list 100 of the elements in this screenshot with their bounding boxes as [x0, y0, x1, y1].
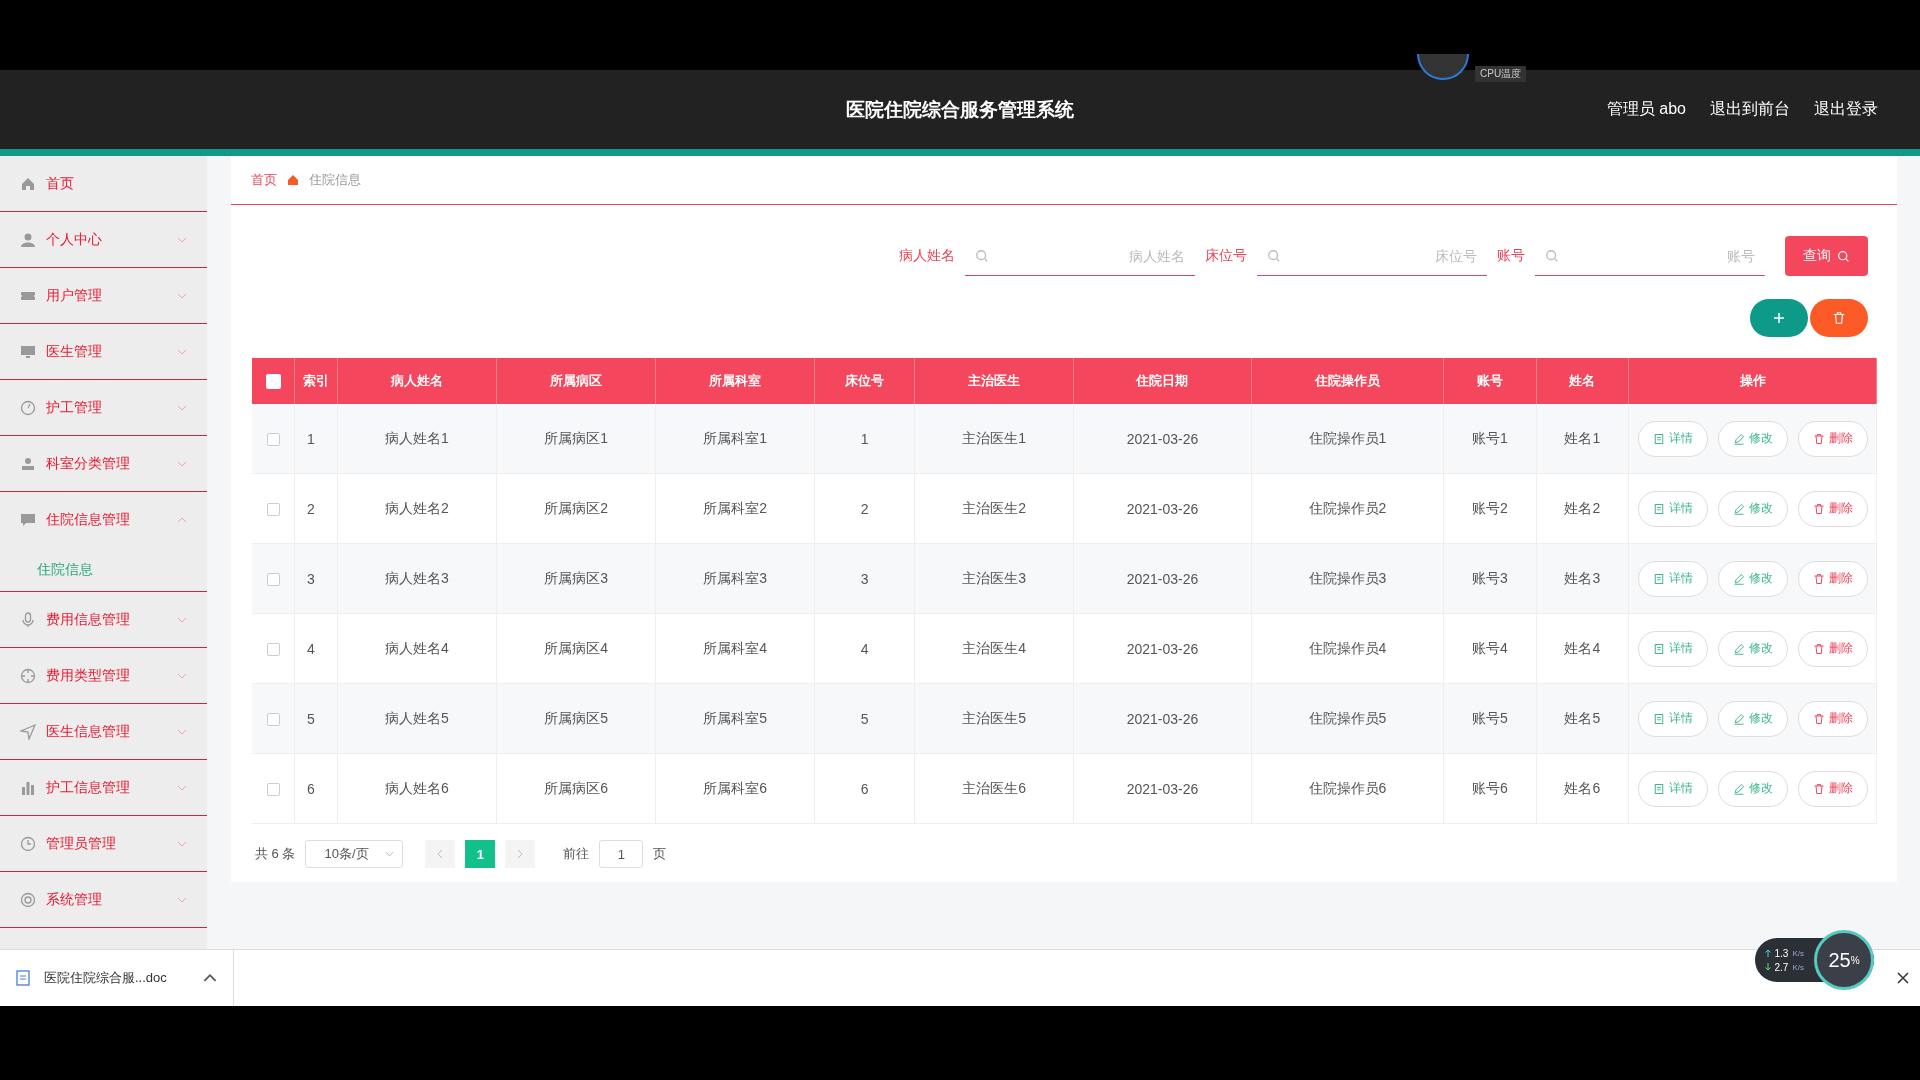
delete-button[interactable] — [1810, 299, 1868, 337]
action-button[interactable]: 详情 — [1637, 490, 1708, 527]
next-page-button[interactable] — [505, 840, 536, 868]
checkbox[interactable] — [266, 503, 280, 517]
arrow-down-icon — [1764, 963, 1771, 971]
document-icon — [1652, 712, 1665, 725]
sidebar-item[interactable]: 科室分类管理 — [0, 436, 207, 492]
header-link[interactable]: 退出到前台 — [1710, 99, 1790, 120]
table-cell: 所属科室4 — [655, 613, 815, 684]
table-cell: 2021-03-26 — [1073, 404, 1252, 474]
table-cell: 2021-03-26 — [1073, 543, 1252, 614]
action-button[interactable]: 删除 — [1797, 560, 1868, 597]
usage-gauge: 25% — [1814, 930, 1874, 990]
sidebar-subitem[interactable]: 住院信息 — [0, 548, 207, 592]
chevron-down-icon — [177, 404, 187, 411]
table-cell: 姓名2 — [1536, 473, 1629, 544]
table-cell: 账号4 — [1443, 613, 1537, 684]
action-button[interactable]: 删除 — [1797, 490, 1868, 527]
user-icon — [20, 455, 36, 472]
search-field[interactable]: 账号 — [1535, 236, 1765, 276]
sidebar-item[interactable]: 护工信息管理 — [0, 760, 207, 816]
action-button[interactable]: 修改 — [1717, 490, 1788, 527]
action-button[interactable]: 修改 — [1717, 770, 1788, 807]
action-button[interactable]: 详情 — [1637, 560, 1708, 597]
breadcrumb-link[interactable]: 首页 — [251, 171, 277, 189]
sidebar-item[interactable]: 医生信息管理 — [0, 704, 207, 760]
action-button[interactable]: 详情 — [1637, 770, 1708, 807]
search-label: 床位号 — [1205, 247, 1247, 265]
trash-icon — [1812, 432, 1825, 445]
chevron-down-icon — [177, 236, 187, 243]
sidebar-item[interactable]: 系统管理 — [0, 872, 207, 928]
action-button[interactable]: 详情 — [1637, 420, 1708, 457]
add-button[interactable] — [1750, 299, 1808, 337]
checkbox[interactable] — [266, 573, 280, 587]
action-button[interactable]: 修改 — [1717, 630, 1788, 667]
column-header: 病人姓名 — [337, 358, 497, 404]
action-button[interactable]: 详情 — [1637, 630, 1708, 667]
sidebar-item[interactable]: 管理员管理 — [0, 816, 207, 872]
breadcrumb-current: 住院信息 — [309, 171, 361, 189]
column-header: 所属病区 — [496, 358, 656, 404]
prev-page-button[interactable] — [425, 840, 456, 868]
action-button[interactable]: 修改 — [1717, 700, 1788, 737]
checkbox[interactable] — [266, 783, 280, 797]
document-icon — [1652, 782, 1665, 795]
goto-label: 前往 — [563, 845, 590, 863]
chevron-down-icon — [177, 348, 187, 355]
table-cell: 所属病区3 — [496, 543, 656, 614]
page-button[interactable]: 1 — [465, 840, 496, 868]
search-label: 病人姓名 — [899, 247, 955, 265]
sidebar-item[interactable]: 医生管理 — [0, 324, 207, 380]
search-field[interactable]: 病人姓名 — [965, 236, 1195, 276]
checkbox[interactable] — [266, 433, 280, 447]
action-button[interactable]: 修改 — [1717, 420, 1788, 457]
chevron-down-icon — [177, 292, 187, 299]
table-cell: 所属病区1 — [496, 404, 656, 474]
table-cell: 所属科室2 — [655, 473, 815, 544]
trash-icon — [1832, 311, 1846, 325]
document-icon — [1652, 572, 1665, 585]
search-icon — [1545, 249, 1559, 263]
sidebar-item[interactable]: 个人中心 — [0, 212, 207, 268]
checkbox[interactable] — [266, 643, 280, 657]
sidebar-item[interactable]: 用户管理 — [0, 268, 207, 324]
goto-page-field[interactable]: 1 — [599, 840, 644, 868]
query-button[interactable]: 查询 — [1785, 236, 1868, 276]
table-cell: 主治医生3 — [914, 543, 1074, 614]
person-icon — [20, 231, 36, 248]
table-cell: 账号5 — [1443, 683, 1537, 754]
table-cell: 病人姓名4 — [337, 613, 497, 684]
sidebar-item[interactable]: 首页 — [0, 156, 207, 212]
cpu-label: CPU温度 — [1475, 66, 1527, 82]
search-label: 账号 — [1497, 247, 1525, 265]
table-cell: 所属病区2 — [496, 473, 656, 544]
header-link[interactable]: 退出登录 — [1814, 99, 1878, 120]
sidebar-item[interactable]: 住院信息管理 — [0, 492, 207, 548]
page-size-select[interactable]: 10条/页 — [305, 840, 404, 868]
table-cell: 病人姓名6 — [337, 753, 497, 824]
checkbox[interactable] — [265, 374, 281, 390]
sidebar-item[interactable]: 费用类型管理 — [0, 648, 207, 704]
table-cell: 姓名3 — [1536, 543, 1629, 614]
action-button[interactable]: 删除 — [1797, 420, 1868, 457]
total-count: 共 6 条 — [255, 845, 296, 863]
page-suffix: 页 — [653, 845, 667, 863]
checkbox[interactable] — [266, 713, 280, 727]
send-icon — [20, 723, 36, 740]
document-icon — [1652, 502, 1665, 515]
action-button[interactable]: 删除 — [1797, 770, 1868, 807]
action-button[interactable]: 删除 — [1797, 630, 1868, 667]
sidebar-item[interactable]: 费用信息管理 — [0, 592, 207, 648]
close-icon[interactable] — [1896, 971, 1910, 985]
search-field[interactable]: 床位号 — [1257, 236, 1487, 276]
table-cell: 3 — [294, 543, 338, 614]
action-button[interactable]: 详情 — [1637, 700, 1708, 737]
table-cell: 姓名1 — [1536, 404, 1629, 474]
microphone-icon — [20, 611, 36, 628]
action-button[interactable]: 删除 — [1797, 700, 1868, 737]
action-button[interactable]: 修改 — [1717, 560, 1788, 597]
sidebar-item[interactable]: 护工管理 — [0, 380, 207, 436]
download-rate: 2.7 — [1774, 961, 1789, 973]
table-cell: 账号2 — [1443, 473, 1537, 544]
table-cell: 病人姓名3 — [337, 543, 497, 614]
